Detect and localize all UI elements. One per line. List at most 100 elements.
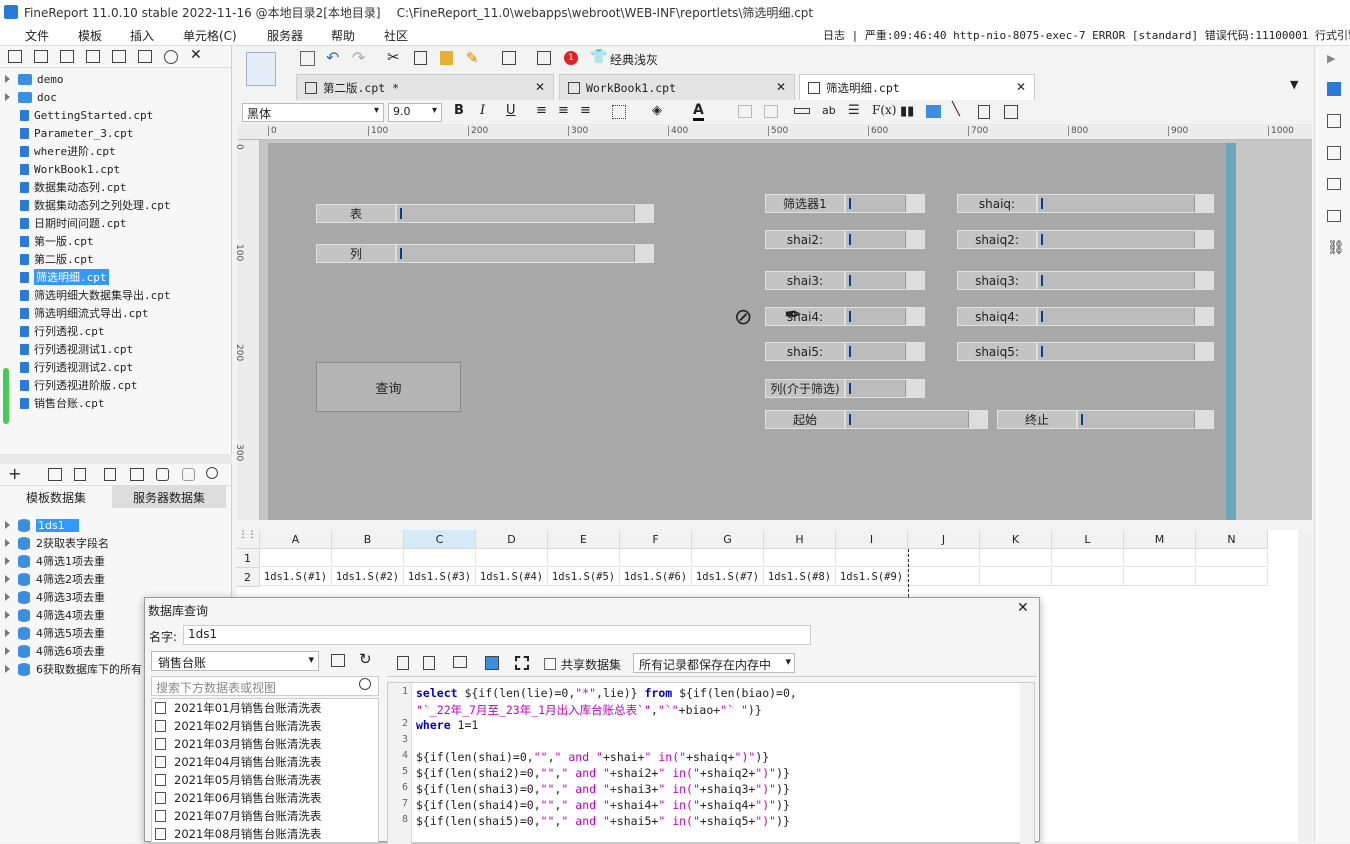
bold-icon[interactable]: B bbox=[454, 103, 464, 118]
tree-item[interactable]: demo bbox=[0, 70, 64, 88]
tab-close-icon[interactable]: ✕ bbox=[776, 80, 786, 94]
dataset-item[interactable]: 4筛选5项去重 bbox=[0, 624, 105, 642]
tree-item[interactable]: GettingStarted.cpt bbox=[20, 106, 153, 124]
tab-close-icon[interactable]: ✕ bbox=[535, 80, 545, 94]
tree-item[interactable]: WorkBook1.cpt bbox=[20, 160, 120, 178]
column-header[interactable]: K bbox=[980, 530, 1052, 549]
trash-icon[interactable] bbox=[74, 468, 86, 481]
table-cell[interactable] bbox=[836, 549, 908, 567]
expand-arrow-icon[interactable] bbox=[5, 539, 10, 547]
theme-label[interactable]: 经典浅灰 bbox=[610, 51, 658, 68]
column-header[interactable]: H bbox=[764, 530, 836, 549]
filter-combo-1[interactable] bbox=[845, 194, 925, 213]
table-cell[interactable]: 1ds1.S(#2) bbox=[332, 568, 404, 586]
filter-value-combo-4[interactable] bbox=[1037, 307, 1214, 326]
dropdown-icon[interactable] bbox=[905, 272, 924, 289]
splitter[interactable] bbox=[0, 454, 232, 464]
checklist-icon[interactable] bbox=[1194, 195, 1213, 212]
copy-icon[interactable] bbox=[414, 51, 427, 65]
column-header[interactable]: F bbox=[620, 530, 692, 549]
table-cell[interactable] bbox=[1052, 568, 1124, 586]
expand-arrow-icon[interactable] bbox=[5, 521, 10, 529]
sheet-vscroll[interactable] bbox=[1298, 530, 1312, 842]
alert-badge[interactable]: 1 bbox=[564, 51, 578, 65]
fullscreen-icon[interactable] bbox=[515, 656, 529, 670]
dataset-item[interactable]: 1ds1 bbox=[0, 516, 79, 534]
table-cell[interactable] bbox=[1196, 568, 1268, 586]
column-header[interactable]: A bbox=[260, 530, 332, 549]
storage-select[interactable]: 所有记录都保存在内存中 ▾ bbox=[633, 653, 795, 673]
cell-element-icon[interactable] bbox=[1327, 114, 1341, 128]
undo-icon[interactable]: ↶ bbox=[326, 48, 339, 67]
dataset-item[interactable]: 2获取表字段名 bbox=[0, 534, 109, 552]
layer-icon[interactable] bbox=[1327, 210, 1341, 222]
sql-editor[interactable]: 1 select ${if(len(lie)=0,"*",lie)} from $… bbox=[387, 682, 1035, 844]
paragraph-icon[interactable]: ☰ bbox=[848, 103, 860, 118]
between-combo[interactable] bbox=[845, 379, 925, 398]
tree-item[interactable]: 数据集动态列.cpt bbox=[20, 178, 127, 196]
checklist-icon[interactable] bbox=[1194, 308, 1213, 325]
image-icon[interactable] bbox=[926, 105, 941, 118]
tree-item[interactable]: 行列透视测试1.cpt bbox=[20, 340, 133, 358]
pen-icon[interactable]: ✒ bbox=[784, 303, 802, 328]
tree-item[interactable]: 行列透视.cpt bbox=[20, 322, 105, 340]
filter-value-combo-5[interactable] bbox=[1037, 342, 1214, 361]
table-cell[interactable]: 1ds1.S(#9) bbox=[836, 568, 908, 586]
filter-value-combo-3[interactable] bbox=[1037, 271, 1214, 290]
end-date[interactable] bbox=[1077, 410, 1214, 429]
tree-item[interactable]: doc bbox=[0, 88, 57, 106]
filter-label-2[interactable]: shai2: bbox=[765, 230, 845, 249]
menu-cell[interactable]: 单元格(C) bbox=[183, 27, 237, 44]
expand-arrow-icon[interactable] bbox=[5, 75, 10, 83]
tab-0[interactable]: 第二版.cpt * ✕ bbox=[296, 74, 554, 100]
table-cell[interactable]: 1ds1.S(#6) bbox=[620, 568, 692, 586]
label-end[interactable]: 终止 bbox=[997, 410, 1077, 429]
menu-insert[interactable]: 插入 bbox=[130, 27, 154, 44]
editor-scrollbar[interactable] bbox=[1020, 683, 1034, 844]
menu-help[interactable]: 帮助 bbox=[331, 27, 355, 44]
dataset-item[interactable]: 4筛选6项去重 bbox=[0, 642, 105, 660]
copy-icon[interactable] bbox=[138, 50, 152, 63]
cache-icon[interactable] bbox=[182, 468, 195, 481]
tree-item[interactable]: 筛选明细.cpt bbox=[20, 268, 109, 286]
filter-value-combo-2[interactable] bbox=[1037, 230, 1214, 249]
italic-icon[interactable]: I bbox=[480, 103, 485, 118]
tab-1[interactable]: WorkBook1.cpt ✕ bbox=[559, 74, 795, 100]
filter-value-label-5[interactable]: shaiq5: bbox=[957, 342, 1037, 361]
expand-arrow-icon[interactable] bbox=[5, 575, 10, 583]
column-header[interactable]: L bbox=[1052, 530, 1124, 549]
table-cell[interactable] bbox=[908, 549, 980, 567]
expand-arrow-icon[interactable] bbox=[5, 665, 10, 673]
tree-item[interactable]: 销售台账.cpt bbox=[20, 394, 105, 412]
menu-community[interactable]: 社区 bbox=[384, 27, 408, 44]
tree-item[interactable]: 日期时间问题.cpt bbox=[20, 214, 127, 232]
condition-icon[interactable] bbox=[1327, 178, 1341, 190]
filter-label-5[interactable]: shai5: bbox=[765, 342, 845, 361]
db-table-item[interactable]: 2021年03月销售台账清洗表 bbox=[155, 735, 321, 753]
font-family-select[interactable]: 黑体 ▾ bbox=[242, 103, 384, 122]
refresh-icon[interactable] bbox=[34, 50, 48, 63]
preview-icon[interactable] bbox=[60, 50, 74, 63]
tree-item[interactable]: 行列透视测试2.cpt bbox=[20, 358, 133, 376]
collapse-icon[interactable]: ✕ bbox=[190, 47, 202, 63]
dropdown-icon[interactable] bbox=[905, 231, 924, 248]
tree-item[interactable]: 数据集动态列之列处理.cpt bbox=[20, 196, 171, 214]
expand-arrow-icon[interactable] bbox=[5, 629, 10, 637]
connection-select[interactable]: 销售台账 ▾ bbox=[151, 651, 319, 671]
text-field-icon[interactable] bbox=[794, 108, 810, 114]
db-table-item[interactable]: 2021年02月销售台账清洗表 bbox=[155, 717, 321, 735]
log-message[interactable]: 日志 | 严重:09:46:40 http-nio-8075-exec-7 ER… bbox=[823, 27, 1350, 43]
add-dataset-icon[interactable]: + bbox=[8, 464, 21, 483]
dropdown-icon[interactable] bbox=[905, 308, 924, 325]
label-between[interactable]: 列(介于筛选) bbox=[765, 379, 845, 398]
template-icon[interactable] bbox=[246, 52, 276, 86]
underline-icon[interactable]: U bbox=[506, 103, 516, 118]
tree-item[interactable]: 第一版.cpt bbox=[20, 232, 94, 250]
dataset-item[interactable]: 4筛选4项去重 bbox=[0, 606, 105, 624]
query-button[interactable]: 查询 bbox=[316, 362, 461, 412]
preview-data-icon[interactable] bbox=[104, 468, 116, 481]
table-cell[interactable] bbox=[476, 549, 548, 567]
dataset-item[interactable]: 4筛选1项去重 bbox=[0, 552, 105, 570]
table-icon[interactable] bbox=[130, 468, 144, 481]
filter-combo-5[interactable] bbox=[845, 342, 925, 361]
